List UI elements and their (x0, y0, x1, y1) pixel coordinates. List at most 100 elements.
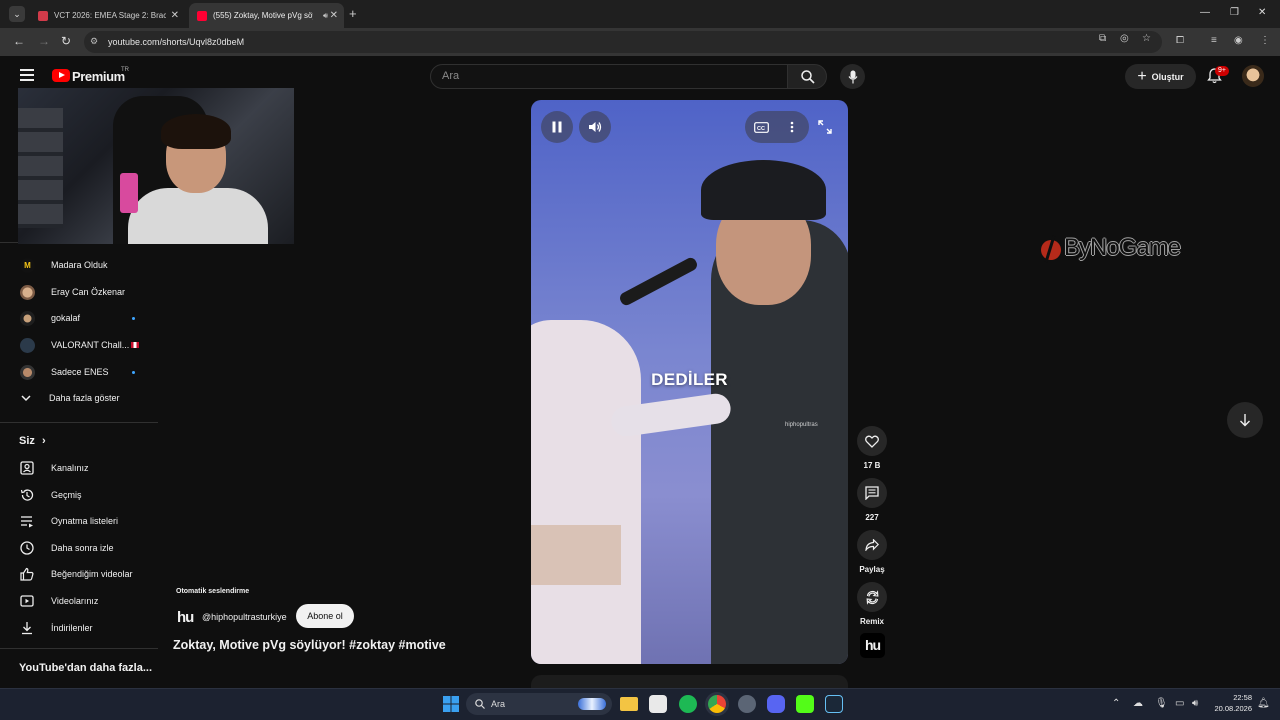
share-icon (865, 539, 879, 551)
heart-icon (865, 434, 879, 448)
search-icon (475, 699, 485, 709)
tab-title: VCT 2026: EMEA Stage 2: Bracket (54, 11, 166, 20)
new-tab-icon[interactable]: + (349, 6, 357, 21)
player-controls-group: CC (745, 111, 809, 143)
you-section-header[interactable]: Siz › (19, 435, 46, 447)
tab-audio-icon[interactable]: 🔊︎ (323, 11, 328, 21)
channel-avatar (20, 284, 35, 300)
fullscreen-icon[interactable] (818, 120, 832, 134)
steam-icon[interactable] (825, 695, 843, 713)
chrome-icon[interactable] (708, 695, 726, 713)
shorts-video-player[interactable]: DEDİLER hiphopultras CC (531, 100, 848, 664)
microphone-tray-icon[interactable]: 🎙︎ (1155, 698, 1168, 709)
taskbar-clock[interactable]: 22:58 20.08.2026 (1210, 692, 1252, 714)
subscription-madara-olduk[interactable]: M Madara Olduk (20, 257, 108, 273)
show-more-button[interactable]: Daha fazla göster (20, 390, 120, 406)
share-button[interactable] (857, 530, 887, 560)
discord-icon[interactable] (767, 695, 785, 713)
onedrive-icon[interactable]: ☁ (1133, 698, 1143, 709)
history-icon (20, 489, 34, 501)
youtube-logo-icon[interactable] (52, 69, 70, 82)
sidebar-item-playlists[interactable]: Oynatma listeleri (20, 513, 118, 529)
sidebar-item-watch-later[interactable]: Daha sonra izle (20, 540, 114, 556)
pause-button[interactable] (541, 111, 573, 143)
sound-channel-thumbnail[interactable]: hu (860, 633, 885, 658)
sidebar-item-liked-videos[interactable]: Beğendiğim videolar (20, 566, 133, 582)
url-text[interactable]: youtube.com/shorts/Uqvl8z0dbeM (108, 37, 244, 47)
site-info-icon[interactable]: ⚙ (90, 36, 98, 47)
subscription-valorant-challengers[interactable]: VALORANT Chall... (20, 337, 140, 353)
browser-menu-icon[interactable]: ⋮ (1260, 35, 1270, 46)
search-button[interactable] (787, 64, 827, 89)
sidebar-item-your-channel[interactable]: Kanalınız (20, 460, 89, 476)
file-explorer-icon[interactable] (620, 697, 638, 711)
tab-youtube-short[interactable]: (555) Zoktay, Motive pVg söylüyor! 🔊︎ ✕ (189, 3, 344, 28)
bookmark-star-icon[interactable]: ☆ (1142, 33, 1151, 44)
close-tab-icon[interactable]: ✕ (171, 10, 179, 21)
more-options-icon[interactable] (790, 121, 794, 133)
subscription-eray-can-ozkenar[interactable]: Eray Can Özkenar (20, 284, 125, 300)
store-icon[interactable] (649, 695, 667, 713)
network-icon[interactable]: ▭ (1175, 698, 1184, 709)
eye-off-icon[interactable]: ◎ (1120, 33, 1129, 44)
taskbar-search-box[interactable]: Ara (466, 693, 612, 715)
subscription-sadece-enes[interactable]: Sadece ENES (20, 364, 109, 380)
media-controls-icon[interactable]: ≡ (1211, 35, 1217, 46)
kick-icon[interactable] (796, 695, 814, 713)
guide-menu-icon[interactable] (20, 69, 34, 84)
spotify-icon[interactable] (679, 695, 697, 713)
minimize-icon[interactable]: — (1200, 7, 1210, 18)
youtube-wordmark[interactable]: Premium (72, 69, 125, 84)
video-caption: DEDİLER (651, 370, 728, 389)
search-box[interactable] (430, 64, 788, 89)
show-more-label: Daha fazla göster (49, 393, 120, 403)
closed-captions-icon[interactable]: CC (754, 121, 769, 133)
channel-logo[interactable]: hu (177, 609, 194, 626)
back-icon[interactable]: ← (13, 34, 25, 48)
reload-icon[interactable]: ↻ (61, 34, 71, 48)
auto-dubbing-label: Otomatik seslendirme (176, 588, 250, 595)
brand-watermark: ByNoGame (1064, 234, 1181, 261)
channel-handle[interactable]: @hiphopultrasturkiye (202, 612, 287, 622)
search-input[interactable] (442, 70, 772, 82)
profile-icon[interactable]: ◉ (1234, 35, 1243, 46)
sidebar-item-your-videos[interactable]: Videolarınız (20, 593, 98, 609)
channel-icon (20, 461, 34, 475)
windows-start-icon[interactable] (443, 696, 459, 712)
close-tab-icon[interactable]: ✕ (330, 10, 338, 21)
address-bar[interactable]: ⚙ youtube.com/shorts/Uqvl8z0dbeM (84, 31, 1162, 53)
next-short-button[interactable] (1227, 402, 1263, 438)
like-button[interactable] (857, 426, 887, 456)
subscription-gokalaf[interactable]: gokalaf (20, 310, 80, 326)
volume-icon (589, 122, 602, 132)
sidebar-item-history[interactable]: Geçmiş (20, 487, 82, 503)
close-window-icon[interactable]: ✕ (1258, 7, 1266, 18)
voice-search-button[interactable] (840, 64, 865, 89)
notification-center-icon[interactable]: 🔔︎ (1257, 698, 1270, 709)
account-avatar[interactable] (1242, 65, 1264, 87)
settings-app-icon[interactable] (738, 695, 756, 713)
short-title[interactable]: Zoktay, Motive pVg söylüyor! #zoktay #mo… (173, 638, 446, 652)
tab-vct[interactable]: VCT 2026: EMEA Stage 2: Bracket ✕ (30, 3, 185, 28)
speaker-icon[interactable]: 🔊︎ (1192, 698, 1198, 709)
sidebar-divider (0, 648, 158, 649)
next-short-preview[interactable] (531, 675, 848, 688)
new-content-dot (132, 371, 135, 374)
remix-button[interactable] (857, 582, 887, 612)
tab-search-button[interactable]: ⌄ (9, 6, 25, 22)
create-label: Oluştur (1151, 71, 1184, 82)
mute-button[interactable] (579, 111, 611, 143)
chevron-right-icon: › (41, 435, 46, 447)
plus-icon: + (1137, 67, 1147, 85)
picture-in-picture-icon[interactable]: ⧉ (1099, 33, 1106, 44)
comments-button[interactable] (857, 478, 887, 508)
create-button[interactable]: + Oluştur (1125, 64, 1196, 89)
sidebar-item-downloads[interactable]: İndirilenler (20, 620, 93, 636)
comment-action: 227 (857, 478, 887, 522)
watch-later-icon (20, 541, 34, 555)
tray-overflow-icon[interactable]: ⌃ (1112, 698, 1120, 709)
subscribe-button[interactable]: Abone ol (296, 604, 354, 628)
forward-icon[interactable]: → (38, 34, 50, 48)
extensions-icon[interactable]: ⧠ (1176, 35, 1184, 46)
restore-icon[interactable]: ❐ (1230, 7, 1239, 18)
